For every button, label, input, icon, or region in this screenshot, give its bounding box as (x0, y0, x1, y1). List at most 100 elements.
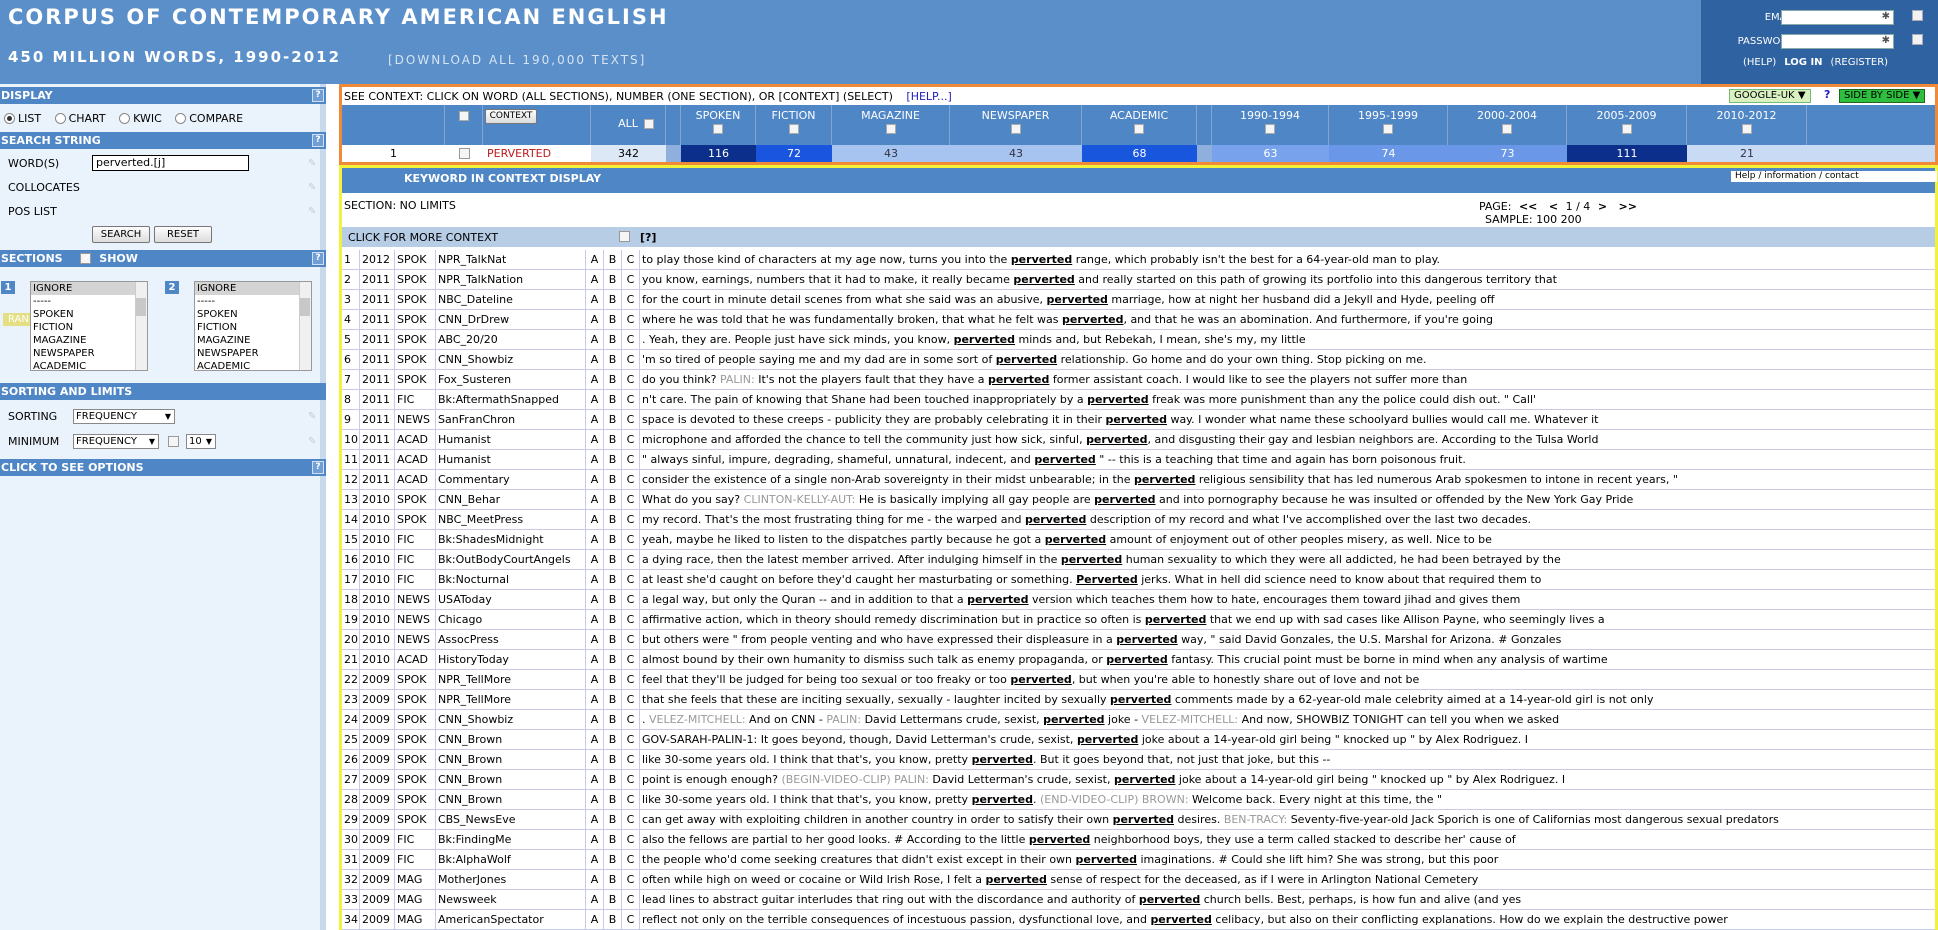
help-icon[interactable]: ? (312, 252, 324, 265)
context-c-link[interactable]: C (622, 550, 640, 569)
keyword-link[interactable]: perverted (988, 373, 1049, 386)
keyword-link[interactable]: perverted (1062, 313, 1123, 326)
context-a-link[interactable]: A (586, 610, 604, 629)
next-page-link[interactable]: > (1598, 200, 1607, 213)
context-b-link[interactable]: B (604, 810, 622, 829)
keyword-link[interactable]: perverted (1134, 473, 1195, 486)
context-a-link[interactable]: A (586, 430, 604, 449)
context-c-link[interactable]: C (622, 330, 640, 349)
cell-source[interactable]: Humanist (436, 450, 586, 469)
minimum-select[interactable]: FREQUENCY (73, 434, 159, 449)
context-c-link[interactable]: C (622, 690, 640, 709)
options-header[interactable]: CLICK TO SEE OPTIONS? (0, 459, 326, 476)
context-a-link[interactable]: A (586, 750, 604, 769)
context-c-link[interactable]: C (622, 910, 640, 929)
context-c-link[interactable]: C (622, 450, 640, 469)
col-academic[interactable]: ACADEMIC (1082, 105, 1197, 145)
context-a-link[interactable]: A (586, 490, 604, 509)
context-a-link[interactable]: A (586, 590, 604, 609)
keyword-link[interactable]: perverted (1029, 833, 1090, 846)
context-b-link[interactable]: B (604, 790, 622, 809)
sorting-select[interactable]: FREQUENCY (73, 409, 175, 424)
context-b-link[interactable]: B (604, 530, 622, 549)
context-c-link[interactable]: C (622, 870, 640, 889)
cell-source[interactable]: CBS_NewsEve (436, 810, 586, 829)
cell-source[interactable]: NBC_Dateline (436, 290, 586, 309)
context-c-link[interactable]: C (622, 850, 640, 869)
context-b-link[interactable]: B (604, 550, 622, 569)
keyword-link[interactable]: perverted (1013, 273, 1074, 286)
count-1990-1994[interactable]: 63 (1212, 145, 1329, 162)
cell-source[interactable]: NPR_TellMore (436, 670, 586, 689)
register-link[interactable]: (REGISTER) (1831, 57, 1889, 68)
context-a-link[interactable]: A (586, 790, 604, 809)
display-header[interactable]: DISPLAY? (0, 87, 326, 104)
context-a-link[interactable]: A (586, 290, 604, 309)
edit-icon[interactable]: ✎ (308, 411, 316, 422)
site-title[interactable]: CORPUS OF CONTEMPORARY AMERICAN ENGLISH (8, 5, 669, 29)
context-c-link[interactable]: C (622, 790, 640, 809)
context-b-link[interactable]: B (604, 770, 622, 789)
help-icon[interactable]: ? (312, 461, 324, 474)
keyword-link[interactable]: perverted (1010, 673, 1071, 686)
context-a-link[interactable]: A (586, 830, 604, 849)
cell-source[interactable]: CNN_Showbiz (436, 350, 586, 369)
cell-source[interactable]: USAToday (436, 590, 586, 609)
context-b-link[interactable]: B (604, 270, 622, 289)
words-input[interactable]: perverted.[j] (92, 155, 249, 171)
edit-icon[interactable]: ✎ (308, 436, 316, 447)
cell-source[interactable]: CNN_DrDrew (436, 310, 586, 329)
keyword-link[interactable]: perverted (1043, 713, 1104, 726)
context-b-link[interactable]: B (604, 450, 622, 469)
keyword-link[interactable]: perverted (1116, 633, 1177, 646)
keyword-link[interactable]: perverted (1045, 533, 1106, 546)
keyword-link[interactable]: perverted (972, 793, 1033, 806)
cell-source[interactable]: AmericanSpectator (436, 910, 586, 929)
checkbox-icon[interactable] (713, 124, 723, 134)
edit-icon[interactable]: ✎ (308, 206, 316, 217)
keyword-link[interactable]: perverted (972, 753, 1033, 766)
context-c-link[interactable]: C (622, 490, 640, 509)
keyword-link[interactable]: perverted (1034, 453, 1095, 466)
cell-source[interactable]: Bk:ShadesMidnight (436, 530, 586, 549)
checkbox-icon[interactable] (1010, 124, 1021, 134)
context-b-link[interactable]: B (604, 610, 622, 629)
context-c-link[interactable]: C (622, 410, 640, 429)
context-b-link[interactable]: B (604, 410, 622, 429)
cell-source[interactable]: CNN_Showbiz (436, 710, 586, 729)
context-c-link[interactable]: C (622, 590, 640, 609)
cell-source[interactable]: Fox_Susteren (436, 370, 586, 389)
context-b-link[interactable]: B (604, 430, 622, 449)
sample-100-link[interactable]: 100 (1536, 213, 1557, 226)
cell-source[interactable]: CNN_Brown (436, 750, 586, 769)
context-a-link[interactable]: A (586, 370, 604, 389)
keyword-link[interactable]: perverted (1086, 433, 1147, 446)
cell-source[interactable]: ABC_20/20 (436, 330, 586, 349)
context-c-link[interactable]: C (622, 630, 640, 649)
context-a-link[interactable]: A (586, 550, 604, 569)
context-b-link[interactable]: B (604, 910, 622, 929)
context-c-link[interactable]: C (622, 810, 640, 829)
context-c-link[interactable]: C (622, 270, 640, 289)
context-b-link[interactable]: B (604, 510, 622, 529)
context-a-link[interactable]: A (586, 350, 604, 369)
count-2005-2009[interactable]: 111 (1567, 145, 1687, 162)
cell-source[interactable]: Chicago (436, 610, 586, 629)
context-a-link[interactable]: A (586, 690, 604, 709)
radio-list[interactable]: LIST (4, 112, 41, 125)
context-c-link[interactable]: C (622, 530, 640, 549)
context-a-link[interactable]: A (586, 530, 604, 549)
keyword-link[interactable]: perverted (1106, 653, 1167, 666)
keyword-link[interactable]: perverted (1110, 693, 1171, 706)
side-by-side-select[interactable]: SIDE BY SIDE ▼ (1839, 89, 1926, 103)
context-a-link[interactable]: A (586, 510, 604, 529)
col-magazine[interactable]: MAGAZINE (832, 105, 950, 145)
context-c-link[interactable]: C (622, 370, 640, 389)
section-1-listbox[interactable]: IGNORE ----- SPOKEN FICTION MAGAZINE NEW… (30, 281, 148, 371)
context-a-link[interactable]: A (586, 410, 604, 429)
context-a-link[interactable]: A (586, 810, 604, 829)
context-b-link[interactable]: B (604, 470, 622, 489)
cell-source[interactable]: Humanist (436, 430, 586, 449)
checkbox-icon[interactable] (1502, 124, 1512, 134)
select-all-checkbox[interactable] (458, 111, 469, 121)
